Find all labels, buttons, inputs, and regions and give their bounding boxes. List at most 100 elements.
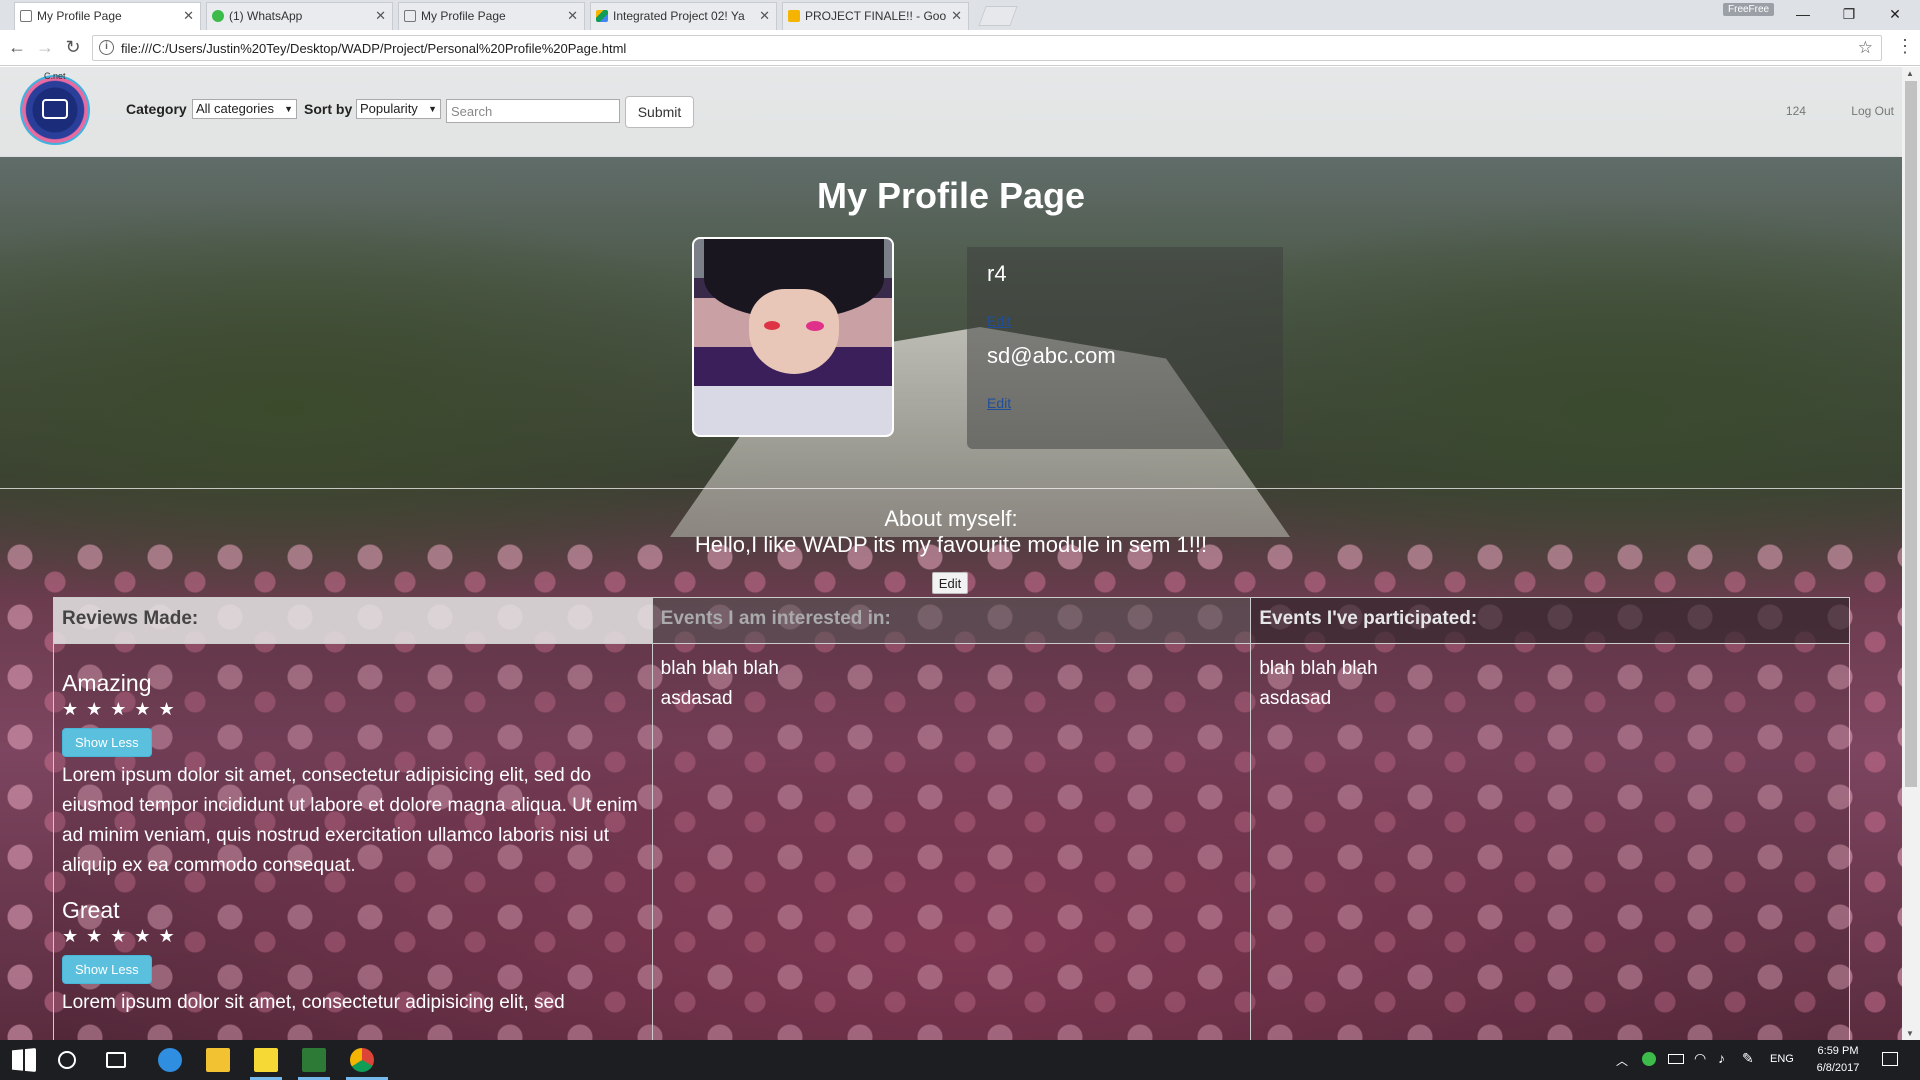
logout-link[interactable]: Log Out <box>1851 104 1894 118</box>
participated-header: Events I've participated: <box>1251 598 1850 644</box>
avatar-eye <box>764 321 780 330</box>
close-icon[interactable]: ✕ <box>567 3 578 29</box>
star-rating: ★★★★★ <box>62 699 183 719</box>
volume-icon[interactable]: ♪ <box>1718 1050 1725 1066</box>
show-less-button[interactable]: Show Less <box>62 955 152 984</box>
edit-about-button[interactable]: Edit <box>932 572 968 594</box>
interested-header: Events I am interested in: <box>652 598 1251 644</box>
nav-right-links: 124 Log Out <box>1744 104 1894 118</box>
edge-icon[interactable] <box>158 1048 182 1072</box>
show-hidden-icons-icon[interactable]: ︿ <box>1616 1052 1628 1069</box>
tab-my-profile-2[interactable]: My Profile Page ✕ <box>398 2 585 30</box>
scroll-up-icon[interactable]: ▲ <box>1906 69 1914 78</box>
sticky-notes-icon[interactable] <box>254 1048 278 1072</box>
category-select[interactable]: All categories ▼ <box>192 99 297 119</box>
close-icon[interactable]: ✕ <box>183 3 194 29</box>
back-icon[interactable]: ← <box>6 37 28 58</box>
username: r4 <box>987 261 1007 286</box>
page-scrollbar[interactable]: ▲ ▼ <box>1902 67 1920 1040</box>
scrollbar-thumb[interactable] <box>1905 81 1917 787</box>
sortby-select[interactable]: Popularity ▼ <box>356 99 441 119</box>
pen-icon[interactable]: ✎ <box>1742 1050 1754 1067</box>
category-value: All categories <box>196 101 275 116</box>
clock[interactable]: 6:59 PM 6/8/2017 <box>1800 1043 1876 1077</box>
scroll-down-icon[interactable]: ▼ <box>1906 1029 1914 1038</box>
logo-text: C.net <box>44 71 66 81</box>
edit-username-link[interactable]: Edit <box>987 313 1011 329</box>
notifications-icon[interactable] <box>1882 1052 1898 1066</box>
profile-columns: Reviews Made: Amazing ★★★★★ Show Less Lo… <box>53 597 1850 1040</box>
tab-integrated-project[interactable]: Integrated Project 02! Ya ✕ <box>590 2 777 30</box>
google-drive-icon <box>596 10 608 22</box>
info-icon[interactable]: i <box>99 40 114 55</box>
tab-title: PROJECT FINALE!! - Goo <box>805 9 947 23</box>
tab-bar: My Profile Page ✕ (1) WhatsApp ✕ My Prof… <box>0 0 1920 30</box>
site-logo[interactable]: C.net <box>20 71 90 145</box>
new-tab-button[interactable] <box>978 6 1018 26</box>
review-item: Amazing ★★★★★ Show Less Lorem ipsum dolo… <box>62 670 644 881</box>
notepad-plus-icon[interactable] <box>302 1048 326 1072</box>
tab-whatsapp[interactable]: (1) WhatsApp ✕ <box>206 2 393 30</box>
edit-email-link[interactable]: Edit <box>987 395 1011 411</box>
review-text: Lorem ipsum dolor sit amet, consectetur … <box>62 765 638 876</box>
maximize-icon[interactable]: ❐ <box>1834 4 1864 24</box>
file-explorer-icon[interactable] <box>206 1048 230 1072</box>
site-navbar: C.net Category All categories ▼ Sort by … <box>0 67 1902 157</box>
browser-menu-icon[interactable]: ⋮ <box>1896 36 1914 57</box>
forward-icon[interactable]: → <box>34 37 56 58</box>
tab-my-profile[interactable]: My Profile Page ✕ <box>14 2 201 30</box>
review-title: Amazing <box>62 670 152 696</box>
bookmark-star-icon[interactable]: ☆ <box>1858 38 1873 58</box>
profile-info-panel: r4 Edit sd@abc.com Edit <box>967 247 1283 449</box>
profile-badge[interactable]: FreeFree <box>1723 3 1775 16</box>
wifi-icon[interactable]: ◠ <box>1694 1050 1706 1067</box>
battery-icon[interactable] <box>1668 1054 1684 1064</box>
search-input[interactable] <box>446 99 620 123</box>
interested-column: Events I am interested in: blah blah bla… <box>652 598 1252 1040</box>
reviews-column: Reviews Made: Amazing ★★★★★ Show Less Lo… <box>54 598 653 1040</box>
interested-event-item: blah blah blah <box>660 658 779 679</box>
google-slides-icon <box>788 10 800 22</box>
about-text: Hello,I like WADP its my favourite modul… <box>694 532 1208 557</box>
review-title: Great <box>62 897 120 923</box>
tab-title: Integrated Project 02! Ya <box>613 9 745 23</box>
task-view-icon[interactable] <box>106 1052 126 1068</box>
about-title: About myself: <box>884 506 1018 531</box>
taskbar: ︿ ◠ ♪ ✎ ENG 6:59 PM 6/8/2017 <box>0 1040 1920 1080</box>
clock-date: 6/8/2017 <box>1816 1062 1860 1074</box>
url-input[interactable]: i file:///C:/Users/Justin%20Tey/Desktop/… <box>92 35 1882 61</box>
participated-column: Events I've participated: blah blah blah… <box>1251 598 1850 1040</box>
tab-project-finale[interactable]: PROJECT FINALE!! - Goo ✕ <box>782 2 969 30</box>
close-icon[interactable]: ✕ <box>951 3 962 29</box>
page-title: My Profile Page <box>816 175 1086 216</box>
review-item: Great ★★★★★ Show Less Lorem ipsum dolor … <box>62 897 644 1018</box>
chevron-down-icon: ▼ <box>284 104 293 114</box>
divider <box>0 488 1902 489</box>
minimize-icon[interactable]: — <box>1788 4 1818 24</box>
whatsapp-icon <box>212 10 224 22</box>
close-icon[interactable]: ✕ <box>759 3 770 29</box>
chrome-icon[interactable] <box>350 1048 374 1072</box>
participated-event-item: asdasad <box>1259 688 1332 709</box>
language-indicator[interactable]: ENG <box>1770 1053 1794 1065</box>
avatar-eye <box>806 321 824 331</box>
page-viewport: C.net Category All categories ▼ Sort by … <box>0 67 1902 1040</box>
show-less-button[interactable]: Show Less <box>62 728 152 757</box>
email: sd@abc.com <box>987 343 1116 368</box>
address-bar: ← → ↻ i file:///C:/Users/Justin%20Tey/De… <box>0 30 1920 66</box>
search-icon[interactable] <box>58 1051 76 1069</box>
close-window-icon[interactable]: ✕ <box>1880 4 1910 24</box>
page-icon <box>20 10 32 22</box>
submit-button[interactable]: Submit <box>625 96 694 128</box>
star-rating: ★★★★★ <box>62 926 183 946</box>
clock-time: 6:59 PM <box>1817 1045 1859 1057</box>
avatar-face <box>749 289 839 374</box>
reload-icon[interactable]: ↻ <box>62 37 84 58</box>
close-icon[interactable]: ✕ <box>375 3 386 29</box>
chevron-down-icon: ▼ <box>428 104 437 114</box>
sortby-label: Sort by <box>304 101 353 117</box>
url-text: file:///C:/Users/Justin%20Tey/Desktop/WA… <box>121 41 627 56</box>
windows-start-icon[interactable] <box>12 1048 36 1072</box>
notification-count-link[interactable]: 124 <box>1786 104 1806 118</box>
tray-app-icon[interactable] <box>1642 1052 1656 1066</box>
